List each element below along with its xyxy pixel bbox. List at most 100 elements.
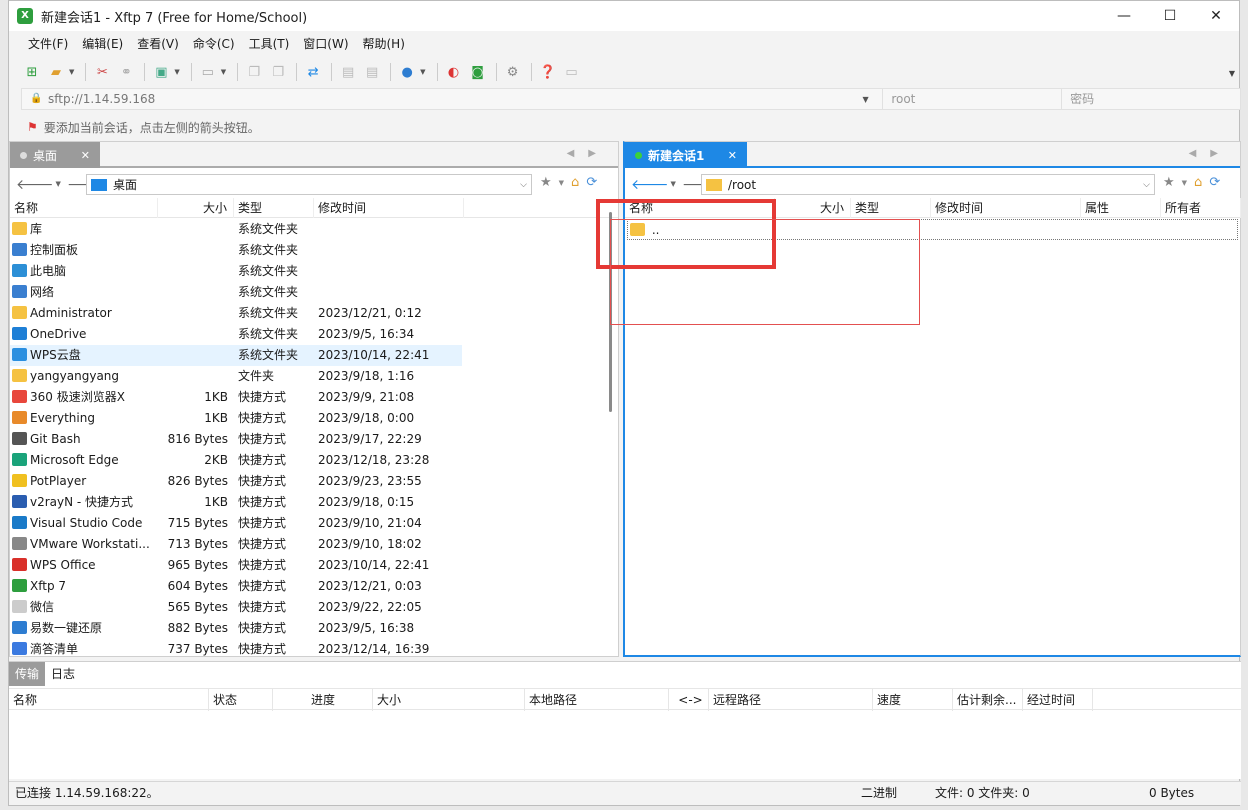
maximize-button[interactable]: ☐ — [1147, 1, 1193, 31]
chevron-down-icon[interactable]: ▼ — [1182, 179, 1187, 187]
column-size[interactable]: 大小 — [373, 689, 525, 711]
menu-window[interactable]: 窗口(W) — [296, 33, 355, 55]
table-row[interactable]: Administrator 系统文件夹 2023/12/21, 0:12 — [10, 303, 462, 324]
table-row[interactable]: 易数一键还原 882 Bytes 快捷方式 2023/9/5, 16:38 — [10, 618, 462, 639]
tab-transfer[interactable]: 传输 — [9, 662, 46, 686]
menu-file[interactable]: 文件(F) — [21, 33, 75, 55]
column-status[interactable]: 状态 — [209, 689, 273, 711]
permissions-button[interactable]: ▤ — [361, 61, 383, 83]
new-file-button[interactable]: ▣ — [150, 61, 172, 83]
xshell-button[interactable]: ◐ — [443, 61, 465, 83]
reconnect-button[interactable]: ⚭ — [115, 61, 137, 83]
chevron-down-icon[interactable]: ⌵ — [1143, 180, 1150, 190]
column-eta[interactable]: 估计剩余... — [953, 689, 1023, 711]
add-session-arrow-icon[interactable]: ⚑ — [27, 120, 38, 134]
table-row[interactable]: 微信 565 Bytes 快捷方式 2023/9/22, 22:05 — [10, 597, 462, 618]
chevron-down-icon[interactable]: ⌵ — [520, 180, 527, 190]
column-elapsed[interactable]: 经过时间 — [1023, 689, 1093, 711]
column-owner[interactable]: 所有者 — [1161, 198, 1241, 218]
chevron-down-icon[interactable]: ▼ — [69, 68, 74, 76]
column-type[interactable]: 类型 — [851, 198, 931, 218]
column-direction[interactable]: <-> — [669, 689, 709, 711]
menu-view[interactable]: 查看(V) — [130, 33, 186, 55]
chevron-down-icon[interactable]: ▼ — [221, 68, 226, 76]
favorites-star-icon[interactable]: ★ — [540, 175, 552, 190]
column-local-path[interactable]: 本地路径 — [525, 689, 669, 711]
refresh-icon[interactable]: ⟳ — [586, 175, 597, 190]
table-row[interactable]: 网络 系统文件夹 — [10, 282, 462, 303]
properties-button[interactable]: ▤ — [337, 61, 359, 83]
minimize-button[interactable]: — — [1101, 1, 1147, 31]
favorites-star-icon[interactable]: ★ — [1163, 175, 1175, 190]
column-progress[interactable]: 进度 — [273, 689, 373, 711]
column-modified[interactable]: 修改时间 — [931, 198, 1081, 218]
open-session-button[interactable]: ▰ — [45, 61, 67, 83]
username-input[interactable]: root — [882, 89, 1061, 109]
column-remote-path[interactable]: 远程路径 — [709, 689, 873, 711]
close-tab-icon[interactable]: ✕ — [728, 149, 737, 162]
toolbar-overflow-icon[interactable]: ▼ — [1229, 69, 1235, 78]
table-row[interactable]: VMware Workstati... 713 Bytes 快捷方式 2023/9/1… — [10, 534, 462, 555]
menu-command[interactable]: 命令(C) — [186, 33, 242, 55]
local-path-input[interactable]: 桌面 ⌵ — [86, 174, 532, 195]
new-session-button[interactable]: ⊞ — [21, 61, 43, 83]
xftp-button[interactable]: ◙ — [467, 61, 489, 83]
table-row[interactable]: WPS Office 965 Bytes 快捷方式 2023/10/14, 22:41 — [10, 555, 462, 576]
close-tab-icon[interactable]: ✕ — [81, 149, 90, 162]
help-button[interactable]: ❓ — [537, 61, 559, 83]
table-row[interactable]: PotPlayer 826 Bytes 快捷方式 2023/9/23, 23:55 — [10, 471, 462, 492]
refresh-icon[interactable]: ⟳ — [1209, 175, 1220, 190]
sync-button[interactable]: ⇄ — [302, 61, 324, 83]
chat-button[interactable]: ▭ — [561, 61, 583, 83]
transfer-mode[interactable]: 二进制 — [861, 782, 897, 804]
terminal-button[interactable]: ▭ — [197, 61, 219, 83]
back-icon[interactable]: 🡐 — [16, 176, 54, 193]
chevron-down-icon[interactable]: ▼ — [56, 180, 61, 188]
table-row[interactable]: 库 系统文件夹 — [10, 219, 462, 240]
menu-edit[interactable]: 编辑(E) — [75, 33, 130, 55]
tab-log[interactable]: 日志 — [45, 662, 81, 686]
column-size[interactable]: 大小 — [158, 198, 234, 218]
table-row[interactable]: 控制面板 系统文件夹 — [10, 240, 462, 261]
home-icon[interactable]: ⌂ — [1194, 175, 1202, 190]
table-row[interactable]: Visual Studio Code 715 Bytes 快捷方式 2023/9/10… — [10, 513, 462, 534]
host-input[interactable]: sftp://1.14.59.168 — [48, 92, 862, 106]
table-row[interactable]: Microsoft Edge 2KB 快捷方式 2023/12/18, 23:28 — [10, 450, 462, 471]
chevron-down-icon[interactable]: ▼ — [174, 68, 179, 76]
menu-help[interactable]: 帮助(H) — [356, 33, 412, 55]
tab-local-desktop[interactable]: 桌面 ✕ — [10, 142, 100, 168]
column-type[interactable]: 类型 — [234, 198, 314, 218]
table-row[interactable]: Xftp 7 604 Bytes 快捷方式 2023/12/21, 0:03 — [10, 576, 462, 597]
encoding-button[interactable]: ● — [396, 61, 418, 83]
table-row[interactable]: WPS云盘 系统文件夹 2023/10/14, 22:41 — [10, 345, 462, 366]
back-icon[interactable]: 🡐 — [631, 176, 669, 193]
settings-button[interactable]: ⚙ — [502, 61, 524, 83]
table-row[interactable]: 此电脑 系统文件夹 — [10, 261, 462, 282]
remote-path-input[interactable]: /root ⌵ — [701, 174, 1155, 195]
tab-remote-session[interactable]: 新建会话1 ✕ — [625, 142, 747, 168]
column-speed[interactable]: 速度 — [873, 689, 953, 711]
chevron-down-icon[interactable]: ▼ — [559, 179, 564, 187]
table-row[interactable]: Everything 1KB 快捷方式 2023/9/18, 0:00 — [10, 408, 462, 429]
column-modified[interactable]: 修改时间 — [314, 198, 464, 218]
table-row[interactable]: v2rayN - 快捷方式 1KB 快捷方式 2023/9/18, 0:15 — [10, 492, 462, 513]
table-row[interactable]: yangyangyang 文件夹 2023/9/18, 1:16 — [10, 366, 462, 387]
table-row[interactable]: Git Bash 816 Bytes 快捷方式 2023/9/17, 22:29 — [10, 429, 462, 450]
chevron-down-icon[interactable]: ▼ — [671, 180, 676, 188]
column-attributes[interactable]: 属性 — [1081, 198, 1161, 218]
home-icon[interactable]: ⌂ — [571, 175, 579, 190]
chevron-down-icon[interactable]: ▼ — [862, 95, 882, 104]
close-button[interactable]: ✕ — [1193, 1, 1239, 31]
table-row[interactable]: 滴答清单 737 Bytes 快捷方式 2023/12/14, 16:39 — [10, 639, 462, 660]
table-row[interactable]: OneDrive 系统文件夹 2023/9/5, 16:34 — [10, 324, 462, 345]
column-size[interactable]: 大小 — [775, 198, 851, 218]
table-row[interactable]: 360 极速浏览器X 1KB 快捷方式 2023/9/9, 21:08 — [10, 387, 462, 408]
disconnect-button[interactable]: ✂ — [91, 61, 113, 83]
menu-tools[interactable]: 工具(T) — [242, 33, 297, 55]
column-name[interactable]: 名称 — [9, 689, 209, 711]
tab-scroll-arrows-icon[interactable]: ◀▶ — [1189, 148, 1232, 159]
password-input[interactable]: 密码 — [1061, 89, 1240, 109]
tab-scroll-arrows-icon[interactable]: ◀▶ — [567, 148, 610, 159]
column-name[interactable]: 名称 — [10, 198, 158, 218]
paste-button[interactable]: ❐ — [267, 61, 289, 83]
